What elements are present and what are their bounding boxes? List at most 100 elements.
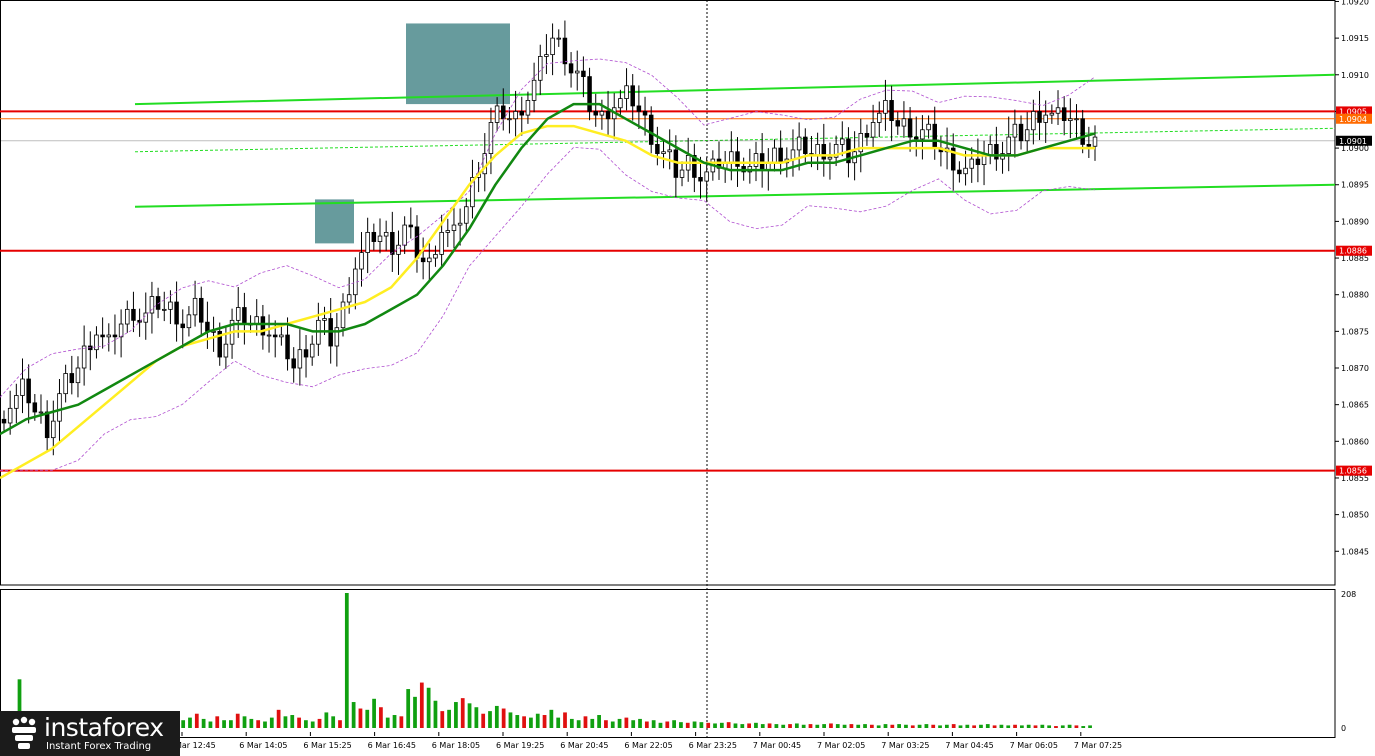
candle-body <box>1086 144 1092 147</box>
volume-bar <box>365 709 370 728</box>
candle-body <box>346 294 352 303</box>
volume-bar <box>590 718 595 728</box>
candle-body <box>180 323 186 329</box>
volume-bar <box>433 700 438 728</box>
volume-bar <box>631 720 636 728</box>
volume-bar <box>235 713 240 728</box>
candle-body <box>279 334 284 338</box>
candle-body <box>704 171 709 182</box>
volume-bar <box>754 722 758 728</box>
candle-body <box>482 153 488 175</box>
volume-bar <box>1060 725 1065 728</box>
volume-bar <box>283 716 288 728</box>
volume-bar <box>651 720 656 728</box>
volume-bar <box>685 722 690 728</box>
volume-bar <box>1033 725 1038 728</box>
volume-bar <box>276 709 281 728</box>
candle-body <box>796 136 802 151</box>
candle-body <box>81 345 87 369</box>
candle-body <box>581 70 586 78</box>
candle-body <box>464 206 469 224</box>
candle-body <box>285 334 290 360</box>
candle-body <box>778 147 783 164</box>
candle-body <box>1074 118 1079 121</box>
price-chart: 1.09201.09151.09101.09051.09001.08951.08… <box>0 0 1375 756</box>
candle-body <box>457 222 463 226</box>
candle-body <box>1049 112 1055 116</box>
volume-bar <box>869 724 874 728</box>
volume-bar <box>576 720 581 728</box>
candle-body <box>821 144 827 160</box>
signal-zone-1 <box>315 199 354 244</box>
volume-bar <box>406 689 411 728</box>
candle-body <box>1037 111 1042 123</box>
candle-body <box>445 230 451 233</box>
volume-bar <box>208 721 213 728</box>
volume-bar <box>849 724 854 728</box>
candle-body <box>636 105 642 112</box>
candle-body <box>168 301 173 310</box>
volume-bar <box>310 721 315 728</box>
candle-body <box>587 76 592 112</box>
volume-bar <box>467 703 472 728</box>
volume-bar <box>331 716 336 728</box>
candle-body <box>7 407 13 424</box>
volume-bar <box>413 696 417 728</box>
candle-body <box>433 253 438 259</box>
candle-body <box>402 224 407 246</box>
volume-bar <box>774 724 779 728</box>
volume-bar <box>713 723 717 728</box>
candle-body <box>1018 123 1024 142</box>
y-tick-label: 1.0860 <box>1341 437 1369 446</box>
candle-body <box>562 37 568 65</box>
candle-body <box>266 334 272 337</box>
volume-bar <box>1006 725 1011 728</box>
candle-body <box>907 118 913 138</box>
candle-body <box>106 334 112 338</box>
volume-bar <box>529 717 533 728</box>
candle-body <box>131 308 136 321</box>
volume-bar <box>447 709 451 728</box>
volume-bar <box>658 722 663 728</box>
candle-body <box>618 98 623 109</box>
x-tick-label: 7 Mar 06:05 <box>1010 741 1058 750</box>
candle-body <box>223 343 229 358</box>
x-tick-label: 7 Mar 04:45 <box>945 741 993 750</box>
candle-body <box>655 144 660 154</box>
volume-bar <box>1040 724 1045 728</box>
candle-body <box>544 54 549 57</box>
candle-body <box>642 111 648 116</box>
volume-bar <box>1026 724 1031 728</box>
volume-bar <box>201 718 206 728</box>
volume-bar <box>501 708 506 728</box>
candle-body <box>840 138 845 145</box>
candle-body <box>913 136 919 140</box>
candle-body <box>969 158 974 169</box>
candle-body <box>427 257 432 263</box>
y-tick-label: 1.0865 <box>1341 401 1369 410</box>
candle-body <box>827 156 833 160</box>
volume-bar <box>788 724 792 728</box>
volume-bar <box>229 720 233 728</box>
candle-body <box>507 118 512 121</box>
x-tick-label: 6 Mar 16:45 <box>368 741 416 750</box>
candle-body <box>975 158 981 165</box>
x-tick-label: 6 Mar 14:05 <box>239 741 287 750</box>
x-tick-label: 6 Mar 18:05 <box>432 741 480 750</box>
candle-body <box>568 63 574 74</box>
candle-body <box>593 111 598 116</box>
candle-body <box>414 226 420 259</box>
volume-bar <box>815 724 820 728</box>
candle-body <box>309 343 315 358</box>
volume-bar <box>535 713 540 728</box>
x-tick-label: Mar 12:45 <box>175 741 216 750</box>
volume-bar <box>1054 726 1058 728</box>
candle-body <box>340 301 346 329</box>
y-tick-label: 1.0910 <box>1341 71 1369 80</box>
volume-bar <box>910 725 915 728</box>
volume-scale-max: 208 <box>1341 590 1356 599</box>
volume-bar <box>835 724 840 728</box>
candle-body <box>75 367 81 384</box>
x-tick-label: 7 Mar 07:25 <box>1074 741 1122 750</box>
volume-bar <box>549 709 554 728</box>
